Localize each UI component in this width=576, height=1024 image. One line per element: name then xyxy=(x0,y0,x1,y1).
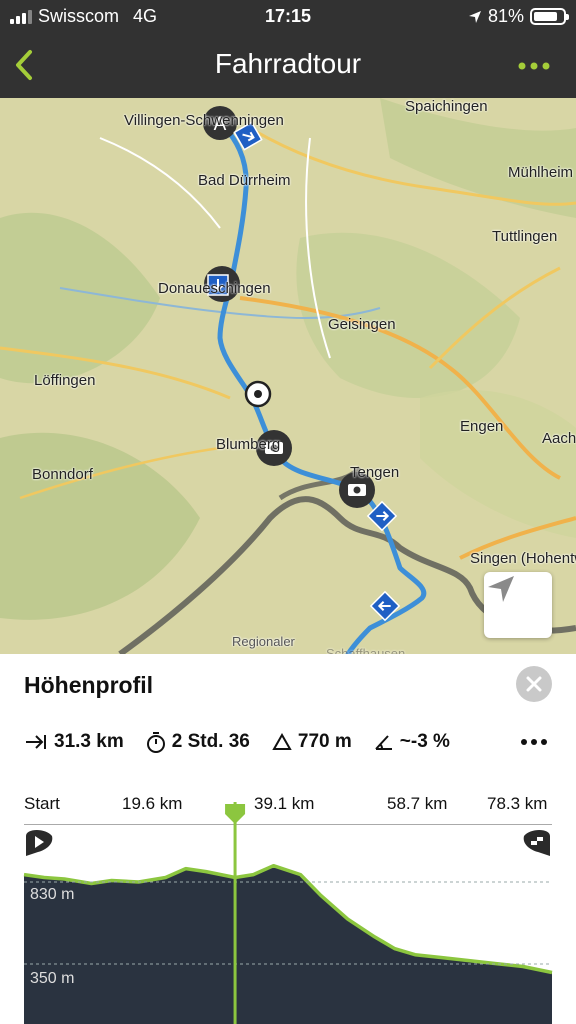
place-label: Blumberg xyxy=(216,436,281,453)
navigation-arrow-icon xyxy=(488,576,514,602)
elevation-label: 830 m xyxy=(30,886,75,903)
ascent-stat: 770 m xyxy=(272,731,352,753)
place-label: Donaueschingen xyxy=(158,280,271,297)
ascent-triangle-icon xyxy=(272,733,292,750)
elevation-label: 350 m xyxy=(30,970,75,987)
slope-angle-icon xyxy=(375,735,392,750)
place-label: Bonndorf xyxy=(32,466,93,483)
slope-stat: ~-3 % xyxy=(374,731,450,753)
duration-value: 2 Std. 36 xyxy=(171,731,250,752)
battery-percent: 81% xyxy=(487,6,524,26)
axis-tick-label: 19.6 km xyxy=(122,794,183,813)
axis-tick-label: 58.7 km xyxy=(387,794,448,813)
axis-tick-label: 78.3 km xyxy=(487,794,548,813)
place-label: Engen xyxy=(460,418,504,435)
more-dots-icon xyxy=(521,739,547,745)
duration-stat: 2 Std. 36 xyxy=(146,731,250,753)
place-label: Geisingen xyxy=(328,316,396,333)
stats-more-button[interactable] xyxy=(520,732,548,758)
status-bar: Swisscom 4G 17:15 81% xyxy=(0,0,576,34)
finish-flag-icon xyxy=(523,830,550,856)
place-label: Regionaler xyxy=(232,634,295,649)
elevation-area xyxy=(24,865,552,1024)
distance-icon xyxy=(26,735,46,749)
place-label: Villingen-Schwenningen xyxy=(124,112,284,129)
more-button[interactable] xyxy=(516,56,552,76)
distance-value: 31.3 km xyxy=(54,731,124,752)
locate-button[interactable] xyxy=(484,572,552,638)
place-label: Aach xyxy=(542,430,576,447)
stopwatch-icon xyxy=(146,732,165,753)
more-dots-icon xyxy=(518,62,550,70)
panel-title: Höhenprofil xyxy=(24,672,154,698)
close-button[interactable] xyxy=(516,666,552,702)
place-label: Löffingen xyxy=(34,372,96,389)
place-label: Schaffhausen xyxy=(326,646,406,654)
place-label: Bad Dürrheim xyxy=(198,172,291,189)
elevation-panel: Höhenprofil 31.3 km 2 Std. 36 770 m ~-3 … xyxy=(0,654,576,1024)
axis-line xyxy=(24,824,552,825)
axis-tick-label: Start xyxy=(24,794,60,813)
status-right: 81% xyxy=(468,6,569,27)
start-flag-icon xyxy=(26,830,53,856)
distance-stat: 31.3 km xyxy=(24,731,124,753)
axis-tick-label: 39.1 km xyxy=(254,794,315,813)
location-arrow-icon xyxy=(468,10,481,23)
place-label: Tuttlingen xyxy=(492,228,558,245)
stats-row: 31.3 km 2 Std. 36 770 m ~-3 % xyxy=(24,730,552,754)
ascent-value: 770 m xyxy=(297,731,352,752)
place-label: Spaichingen xyxy=(405,98,488,115)
battery-fill xyxy=(534,12,557,21)
distance-axis: Start 19.6 km 39.1 km 58.7 km 78.3 km xyxy=(24,794,552,825)
navigation-bar: Fahrradtour xyxy=(0,34,576,98)
map-view[interactable]: A Villingen-Schwenningen Spaichingen Bad… xyxy=(0,98,576,654)
place-label: Singen (Hohentwiel) xyxy=(470,550,576,567)
place-label: Mühlheim xyxy=(508,164,574,181)
close-icon xyxy=(526,676,542,692)
place-label: Tengen xyxy=(350,464,400,481)
elevation-profile-chart[interactable] xyxy=(23,802,553,1024)
current-position-marker[interactable] xyxy=(244,380,272,408)
slope-value: ~-3 % xyxy=(399,731,450,752)
page-title: Fahrradtour xyxy=(214,48,362,79)
battery-icon xyxy=(530,8,569,25)
